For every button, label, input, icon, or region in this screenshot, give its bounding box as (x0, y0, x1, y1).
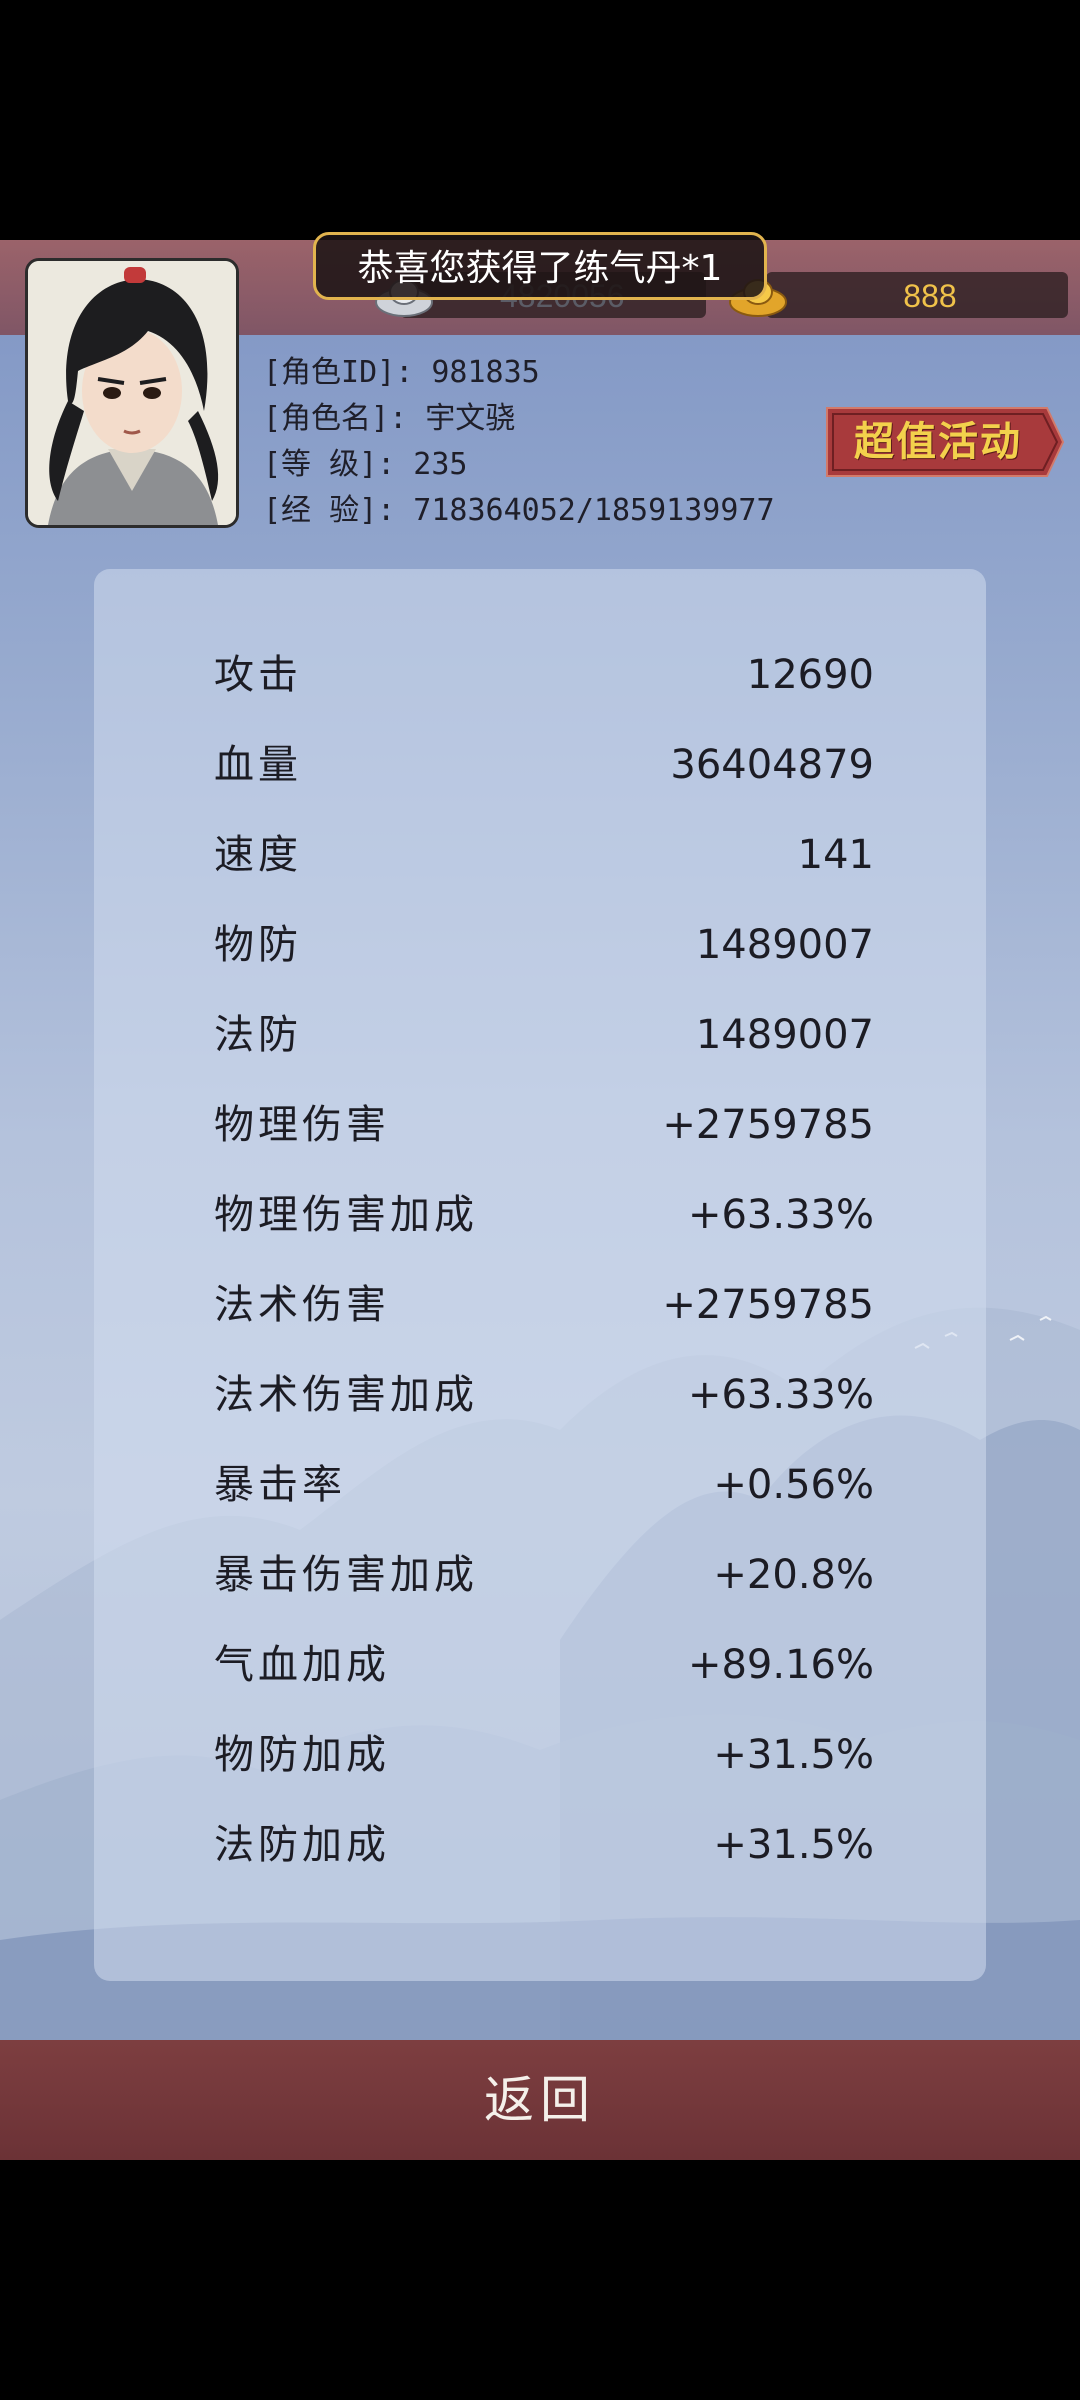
stat-value: +2759785 (662, 1102, 874, 1148)
character-name-line: [角色名]: 宇文骁 (263, 401, 516, 436)
stat-row: 物理伤害加成 +63.33% (214, 1185, 874, 1245)
stat-value: +0.56% (713, 1462, 874, 1508)
stat-name: 物防 (214, 922, 302, 968)
stat-value: +89.16% (687, 1642, 874, 1688)
reward-toast: 恭喜您获得了练气丹*1 (313, 232, 767, 300)
stat-row: 法防加成 +31.5% (214, 1815, 874, 1875)
back-button[interactable]: 返回 (0, 2040, 1080, 2160)
stat-row: 血量 36404879 (214, 735, 874, 795)
special-offer-label: 超值活动 (854, 418, 1022, 465)
character-avatar[interactable] (25, 258, 239, 528)
stat-value: 12690 (746, 652, 874, 698)
stat-row: 暴击率 +0.56% (214, 1455, 874, 1515)
character-level-line: [等 级]: 235 (263, 447, 468, 482)
special-offer-button[interactable]: 超值活动 (823, 402, 1067, 482)
gold-amount: 888 (903, 278, 957, 314)
stat-row: 速度 141 (214, 825, 874, 885)
stat-name: 暴击率 (214, 1462, 346, 1508)
stat-row: 物防加成 +31.5% (214, 1725, 874, 1785)
stat-name: 气血加成 (214, 1642, 390, 1688)
stat-row: 法术伤害 +2759785 (214, 1275, 874, 1335)
stat-row: 物防 1489007 (214, 915, 874, 975)
stat-row: 攻击 12690 (214, 645, 874, 705)
stat-name: 法术伤害 (214, 1282, 390, 1328)
character-id-line: [角色ID]: 981835 (263, 355, 540, 390)
stat-name: 法防加成 (214, 1822, 390, 1868)
stat-value: +31.5% (713, 1732, 874, 1778)
stat-row: 气血加成 +89.16% (214, 1635, 874, 1695)
stat-row: 法防 1489007 (214, 1005, 874, 1065)
stat-name: 血量 (214, 742, 302, 788)
stat-value: 1489007 (695, 922, 874, 968)
stat-name: 物防加成 (214, 1732, 390, 1778)
stat-row: 物理伤害 +2759785 (214, 1095, 874, 1155)
stat-row: 暴击伤害加成 +20.8% (214, 1545, 874, 1605)
stats-panel: 攻击 12690 血量 36404879 速度 141 物防 1489007 法… (94, 569, 986, 1981)
character-info: [角色ID]: 981835 [角色名]: 宇文骁 [等 级]: 235 [经 … (263, 350, 775, 534)
screen: 4820056 888 恭喜您获得了练气丹*1 [角色ID (0, 0, 1080, 2400)
stat-name: 速度 (214, 832, 302, 878)
stat-value: 36404879 (670, 742, 874, 788)
character-exp-line: [经 验]: 718364052/1859139977 (263, 493, 775, 528)
stat-value: 141 (797, 832, 874, 878)
stat-row: 法术伤害加成 +63.33% (214, 1365, 874, 1425)
stat-value: 1489007 (695, 1012, 874, 1058)
back-button-label: 返回 (484, 2071, 596, 2129)
stat-value: +31.5% (713, 1822, 874, 1868)
stat-name: 物理伤害加成 (214, 1192, 478, 1238)
stat-value: +63.33% (687, 1372, 874, 1418)
stat-name: 法术伤害加成 (214, 1372, 478, 1418)
stat-value: +2759785 (662, 1282, 874, 1328)
stat-name: 物理伤害 (214, 1102, 390, 1148)
stat-name: 法防 (214, 1012, 302, 1058)
character-portrait-icon (28, 261, 236, 525)
stat-value: +20.8% (713, 1552, 874, 1598)
stat-value: +63.33% (687, 1192, 874, 1238)
stat-name: 暴击伤害加成 (214, 1552, 478, 1598)
stat-name: 攻击 (214, 652, 302, 698)
